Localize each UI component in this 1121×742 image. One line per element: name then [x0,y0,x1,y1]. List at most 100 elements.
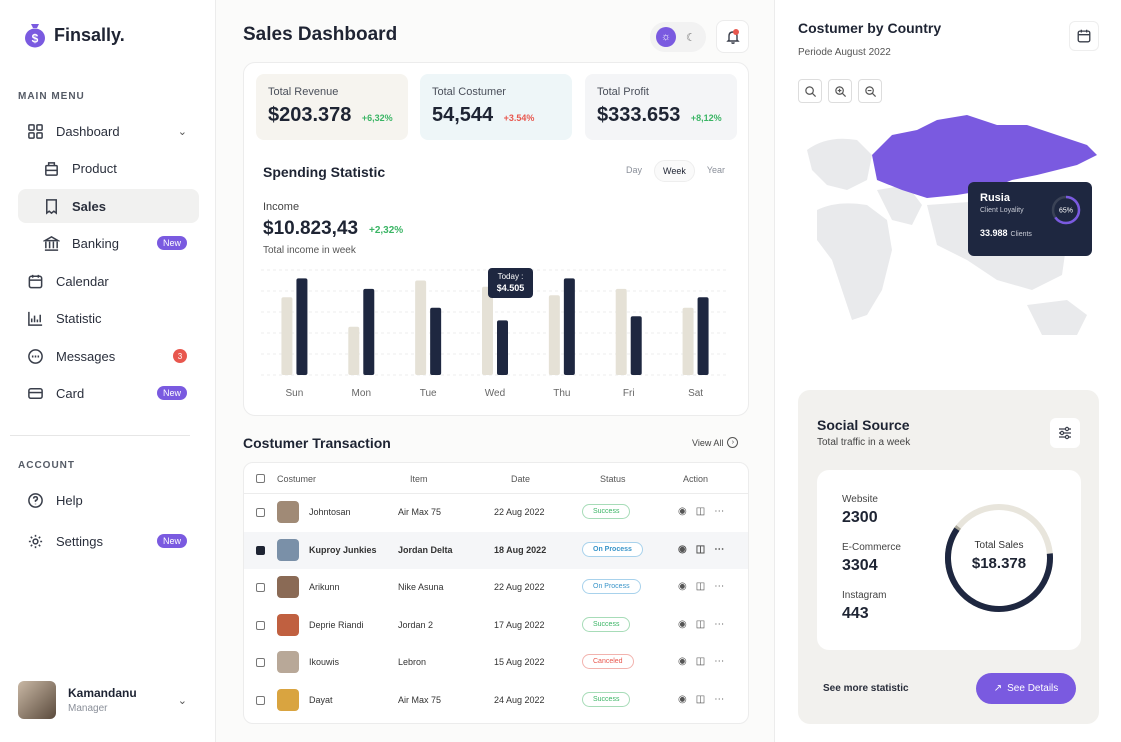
sidebar-item-card[interactable]: Card New [18,376,199,410]
sidebar-item-messages[interactable]: Messages 3 [18,339,199,373]
sidebar-item-settings[interactable]: Settings New [18,524,199,558]
sun-icon[interactable]: ☼ [656,27,676,47]
trash-icon[interactable]: ◫ [696,619,705,630]
see-more-link[interactable]: See more statistic [823,683,909,694]
more-icon[interactable]: ⋯ [714,619,724,630]
logo[interactable]: $ Finsally. [24,22,125,48]
customer-avatar [277,576,299,598]
table-row[interactable]: Johntosan Air Max 75 22 Aug 2022 Success ◉ ◫ ⋯ [244,494,748,531]
moon-icon[interactable]: ☾ [686,31,696,44]
customer-name: Dayat [309,694,333,705]
sidebar-item-calendar[interactable]: Calendar [18,264,199,298]
select-all-checkbox[interactable] [256,474,265,483]
sidebar-item-dashboard[interactable]: Dashboard ⌄ [18,114,199,148]
new-badge: New [156,386,187,400]
trash-icon[interactable]: ◫ [696,544,705,555]
sidebar-item-banking[interactable]: Banking New [18,226,199,260]
column-header[interactable]: Date [511,474,530,484]
view-icon[interactable]: ◉ [678,694,687,705]
sidebar: $ Finsally. MAIN MENU Dashboard ⌄ Produc… [0,0,216,742]
chevron-down-icon[interactable]: ⌄ [178,125,187,138]
table-row[interactable]: Deprie Riandi Jordan 2 17 Aug 2022 Success ◉… [244,607,748,644]
bar-fri-light[interactable] [615,288,627,375]
more-icon[interactable]: ⋯ [714,506,724,517]
view-icon[interactable]: ◉ [678,656,687,667]
tab-day[interactable]: Day [618,160,650,182]
more-icon[interactable]: ⋯ [714,544,724,555]
svg-text:$: $ [32,32,39,46]
bar-sun-light[interactable] [281,297,293,375]
more-icon[interactable]: ⋯ [714,581,724,592]
bar-mon-dark[interactable] [363,288,375,375]
avatar [18,681,56,719]
column-header[interactable]: Status [600,474,626,484]
column-header[interactable]: Action [683,474,708,484]
traffic-summary: Website 2300 E-Commerce 3304 Instagram 4… [817,470,1081,650]
map-region-europe [807,138,872,190]
x-tick-label: Mon [352,388,371,399]
bar-thu-dark[interactable] [563,278,575,375]
trash-icon[interactable]: ◫ [696,581,705,592]
view-icon[interactable]: ◉ [678,506,687,517]
user-profile[interactable]: Kamandanu Manager ⌄ [18,680,199,720]
sidebar-item-product[interactable]: Product [18,151,199,185]
view-icon[interactable]: ◉ [678,619,687,630]
sidebar-item-help[interactable]: Help [18,483,199,517]
table-row[interactable]: Dayat Air Max 75 24 Aug 2022 Success ◉ ◫ ⋯ [244,682,748,719]
row-checkbox[interactable] [256,695,265,705]
profile-role: Manager [68,703,108,714]
view-all-link[interactable]: View All › [692,437,739,448]
trash-icon[interactable]: ◫ [696,506,705,517]
transaction-date: 17 Aug 2022 [494,619,545,630]
bar-mon-light[interactable] [348,326,360,375]
see-details-button[interactable]: ↗ See Details [976,673,1076,704]
table-row[interactable]: Kuproy Junkies Jordan Delta 18 Aug 2022 On … [244,531,748,569]
zoom-in-icon[interactable] [828,79,852,103]
row-checkbox[interactable] [256,508,265,517]
row-checkbox[interactable] [256,545,265,555]
trash-icon[interactable]: ◫ [696,694,705,705]
view-all-label: View All [692,437,724,448]
table-row[interactable]: Ikouwis Lebron 15 Aug 2022 Canceled ◉ ◫ ⋯ [244,644,748,681]
calendar-button[interactable] [1069,21,1099,51]
tooltip-clients-label: Clients [1010,231,1032,238]
notification-button[interactable] [716,20,749,53]
bar-sat-light[interactable] [682,307,694,375]
status-badge: Canceled [582,654,634,669]
more-icon[interactable]: ⋯ [714,694,724,705]
more-icon[interactable]: ⋯ [714,656,724,667]
bar-sat-dark[interactable] [697,297,709,375]
row-checkbox[interactable] [256,658,265,667]
bar-sun-dark[interactable] [296,278,308,375]
row-checkbox[interactable] [256,620,265,630]
tab-week[interactable]: Week [654,160,695,182]
income-value: $10.823,43 [263,218,359,239]
tab-year[interactable]: Year [699,160,733,182]
trash-icon[interactable]: ◫ [696,656,705,667]
sidebar-divider [10,435,190,436]
table-row[interactable]: Arikunn Nike Asuna 22 Aug 2022 On Process ◉ ◫… [244,569,748,606]
sidebar-item-label: Statistic [56,310,102,326]
sidebar-item-statistic[interactable]: Statistic [18,301,199,335]
search-icon[interactable] [798,79,822,103]
customer-name: Arikunn [309,582,340,592]
column-header[interactable]: Item [410,474,428,484]
column-header[interactable]: Costumer [277,474,316,484]
bar-wed-light[interactable] [482,286,493,375]
view-icon[interactable]: ◉ [678,544,687,555]
theme-toggle[interactable]: ☼ ☾ [650,22,706,52]
filter-button[interactable] [1050,418,1080,448]
bar-wed-dark[interactable] [497,320,508,375]
zoom-out-icon[interactable] [858,79,882,103]
calendar-icon [1077,29,1091,43]
bar-thu-light[interactable] [548,295,560,375]
chevron-down-icon[interactable]: ⌄ [178,694,187,707]
x-tick-label: Sun [286,388,304,399]
bar-tue-dark[interactable] [430,307,442,375]
bar-fri-dark[interactable] [630,316,642,375]
external-link-icon: ↗ [993,683,1003,694]
row-checkbox[interactable] [256,583,265,592]
sidebar-item-sales[interactable]: Sales [18,189,199,223]
bar-tue-light[interactable] [415,280,427,376]
view-icon[interactable]: ◉ [678,581,687,592]
